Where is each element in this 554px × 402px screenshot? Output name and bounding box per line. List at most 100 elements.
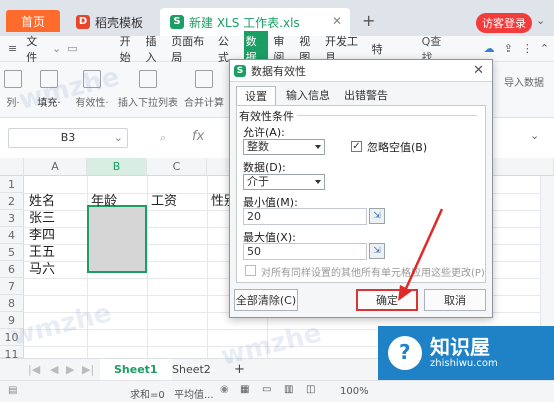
row-header[interactable]: 6 xyxy=(0,261,24,278)
tab-bar: 首页 D 稻壳模板 S 新建 XLS 工作表.xls ✕ + 访客登录 ⌄ xyxy=(0,0,554,36)
ignore-blank-checkbox[interactable]: ✓ xyxy=(351,141,362,152)
menu-start[interactable]: 开始 xyxy=(120,33,141,65)
range-picker-icon[interactable]: ⇲ xyxy=(369,208,385,224)
first-sheet-icon[interactable]: |◀ xyxy=(28,363,40,376)
prev-sheet-icon[interactable]: ◀ xyxy=(50,363,58,376)
dropdown-list-icon xyxy=(139,70,157,88)
dialog-title: 数据有效性 xyxy=(251,64,306,78)
toolbar-consolidate[interactable]: 合并计算 xyxy=(182,70,226,109)
cell-a4[interactable]: 李四 xyxy=(26,227,55,244)
selected-range[interactable] xyxy=(87,205,147,273)
zoom-icon[interactable]: ⌕ xyxy=(160,131,166,145)
row-header[interactable]: 7 xyxy=(0,278,24,295)
eye-icon[interactable]: ◉ xyxy=(220,384,229,395)
row-header[interactable]: 5 xyxy=(0,244,24,261)
add-tab-icon[interactable]: + xyxy=(362,11,375,30)
menu-insert[interactable]: 插入 xyxy=(145,33,166,65)
tab-templates[interactable]: D 稻壳模板 xyxy=(66,8,156,36)
share-icon[interactable]: ⇪ xyxy=(504,42,513,55)
range-picker-icon[interactable]: ⇲ xyxy=(369,243,385,259)
toolbar-label: 合并计算 xyxy=(184,98,224,109)
tab-home[interactable]: 首页 xyxy=(6,10,60,32)
close-icon[interactable]: ✕ xyxy=(473,63,484,78)
cell-c2[interactable]: 工资 xyxy=(148,193,177,210)
reading-view-icon[interactable]: ◫ xyxy=(306,384,315,395)
open-icon[interactable]: ▭ xyxy=(67,42,77,55)
row-header[interactable]: 1 xyxy=(0,176,24,193)
toolbar-import[interactable]: 导入数据 xyxy=(498,74,550,89)
chevron-down-icon[interactable]: ⌄ xyxy=(52,42,61,55)
sheet-tab[interactable]: Sheet2 xyxy=(158,359,225,381)
zoom-level[interactable]: 100% xyxy=(340,386,369,397)
settings-panel: 有效性条件 允许(A): 整数 ✓ 忽略空值(B) 数据(D): 介于 最小值(… xyxy=(236,105,486,283)
tab-error-alert[interactable]: 出错警告 xyxy=(340,86,392,106)
cloud-icon[interactable]: ☁ xyxy=(484,42,495,55)
spreadsheet-icon: S xyxy=(170,15,184,29)
column-header[interactable]: B xyxy=(87,158,147,176)
menu-page-layout[interactable]: 页面布局 xyxy=(171,33,213,65)
close-icon[interactable]: ✕ xyxy=(332,14,342,28)
row-header[interactable]: 3 xyxy=(0,210,24,227)
last-sheet-icon[interactable]: ▶| xyxy=(82,363,94,376)
column-header[interactable]: A xyxy=(24,158,87,176)
chevron-down-icon xyxy=(315,145,321,149)
min-input[interactable]: 20 xyxy=(243,208,367,225)
chevron-down-icon xyxy=(315,180,321,184)
toolbar-label: 插入下拉列表 xyxy=(118,98,178,109)
max-input[interactable]: 50 xyxy=(243,243,367,260)
menu-special[interactable]: 特 xyxy=(372,41,383,57)
data-validity-dialog: S 数据有效性 ✕ 设置 输入信息 出错警告 有效性条件 允许(A): 整数 ✓… xyxy=(229,59,493,318)
status-sum: 求和=0 xyxy=(130,390,165,401)
apply-all-checkbox[interactable] xyxy=(245,265,256,276)
row-header[interactable]: 4 xyxy=(0,227,24,244)
login-button[interactable]: 访客登录 xyxy=(476,13,532,33)
chevron-down-icon[interactable]: ⌄ xyxy=(536,14,545,27)
dialog-titlebar: S 数据有效性 xyxy=(230,60,492,82)
menu-file[interactable]: 文件 xyxy=(26,33,47,65)
data-label: 数据(D): xyxy=(243,161,286,174)
hamburger-icon[interactable]: ≡ xyxy=(8,42,17,55)
page-view-icon[interactable]: ▭ xyxy=(262,384,271,395)
allow-select[interactable]: 整数 xyxy=(243,139,325,155)
arrow-line xyxy=(402,208,444,294)
toolbar-label: 列· xyxy=(6,98,20,109)
cell-a2[interactable]: 姓名 xyxy=(26,193,55,210)
row-header[interactable]: 2 xyxy=(0,193,24,210)
normal-view-icon[interactable]: ▦ xyxy=(240,384,249,395)
chevron-up-icon[interactable]: ⌃ xyxy=(540,42,549,55)
next-sheet-icon[interactable]: ▶ xyxy=(66,363,74,376)
docer-icon: D xyxy=(76,15,90,29)
cell-b2[interactable]: 年龄 xyxy=(88,193,117,210)
chevron-down-icon: ⌄ xyxy=(113,131,123,144)
column-header[interactable]: C xyxy=(147,158,207,176)
tab-templates-label: 稻壳模板 xyxy=(95,15,144,30)
status-average: 平均值... xyxy=(174,390,214,401)
logo-url: zhishiwu.com xyxy=(430,358,498,369)
logo-text: 知识屋 zhishiwu.com xyxy=(430,336,498,370)
fx-icon[interactable]: fx xyxy=(192,129,204,144)
toolbar-label: 导入数据 xyxy=(504,78,544,89)
data-value: 介于 xyxy=(247,175,269,188)
question-icon: ? xyxy=(388,336,422,370)
cell-a3[interactable]: 张三 xyxy=(26,210,55,227)
allow-label: 允许(A): xyxy=(243,126,285,139)
status-bar: ▤ 求和=0 平均值... ◉ ▦ ▭ ▥ ◫ 100% xyxy=(0,380,554,402)
data-select[interactable]: 介于 xyxy=(243,174,325,190)
name-box[interactable]: B3 ⌄ xyxy=(8,128,128,148)
logo-title: 知识屋 xyxy=(430,335,490,359)
row-header[interactable]: 8 xyxy=(0,295,24,312)
divider xyxy=(297,115,477,116)
chevron-down-icon[interactable]: ⌄ xyxy=(530,129,539,142)
arrow-head xyxy=(398,285,412,301)
cell-a6[interactable]: 马六 xyxy=(26,261,55,278)
clear-all-button[interactable]: 全部清除(C) xyxy=(234,289,298,311)
tab-input-message[interactable]: 输入信息 xyxy=(282,86,334,106)
page-break-icon[interactable]: ▥ xyxy=(284,384,293,395)
apply-all-label: 对所有同样设置的其他所有单元格应用这些更改(P) xyxy=(261,268,485,279)
cell-a5[interactable]: 王五 xyxy=(26,244,55,261)
corner-cell[interactable] xyxy=(0,158,24,176)
toolbar-dropdown-list[interactable]: 插入下拉列表 xyxy=(118,70,178,109)
macro-icon[interactable]: ▤ xyxy=(8,385,17,396)
more-icon[interactable]: ⋮ xyxy=(522,42,533,55)
tab-settings[interactable]: 设置 xyxy=(236,86,276,106)
